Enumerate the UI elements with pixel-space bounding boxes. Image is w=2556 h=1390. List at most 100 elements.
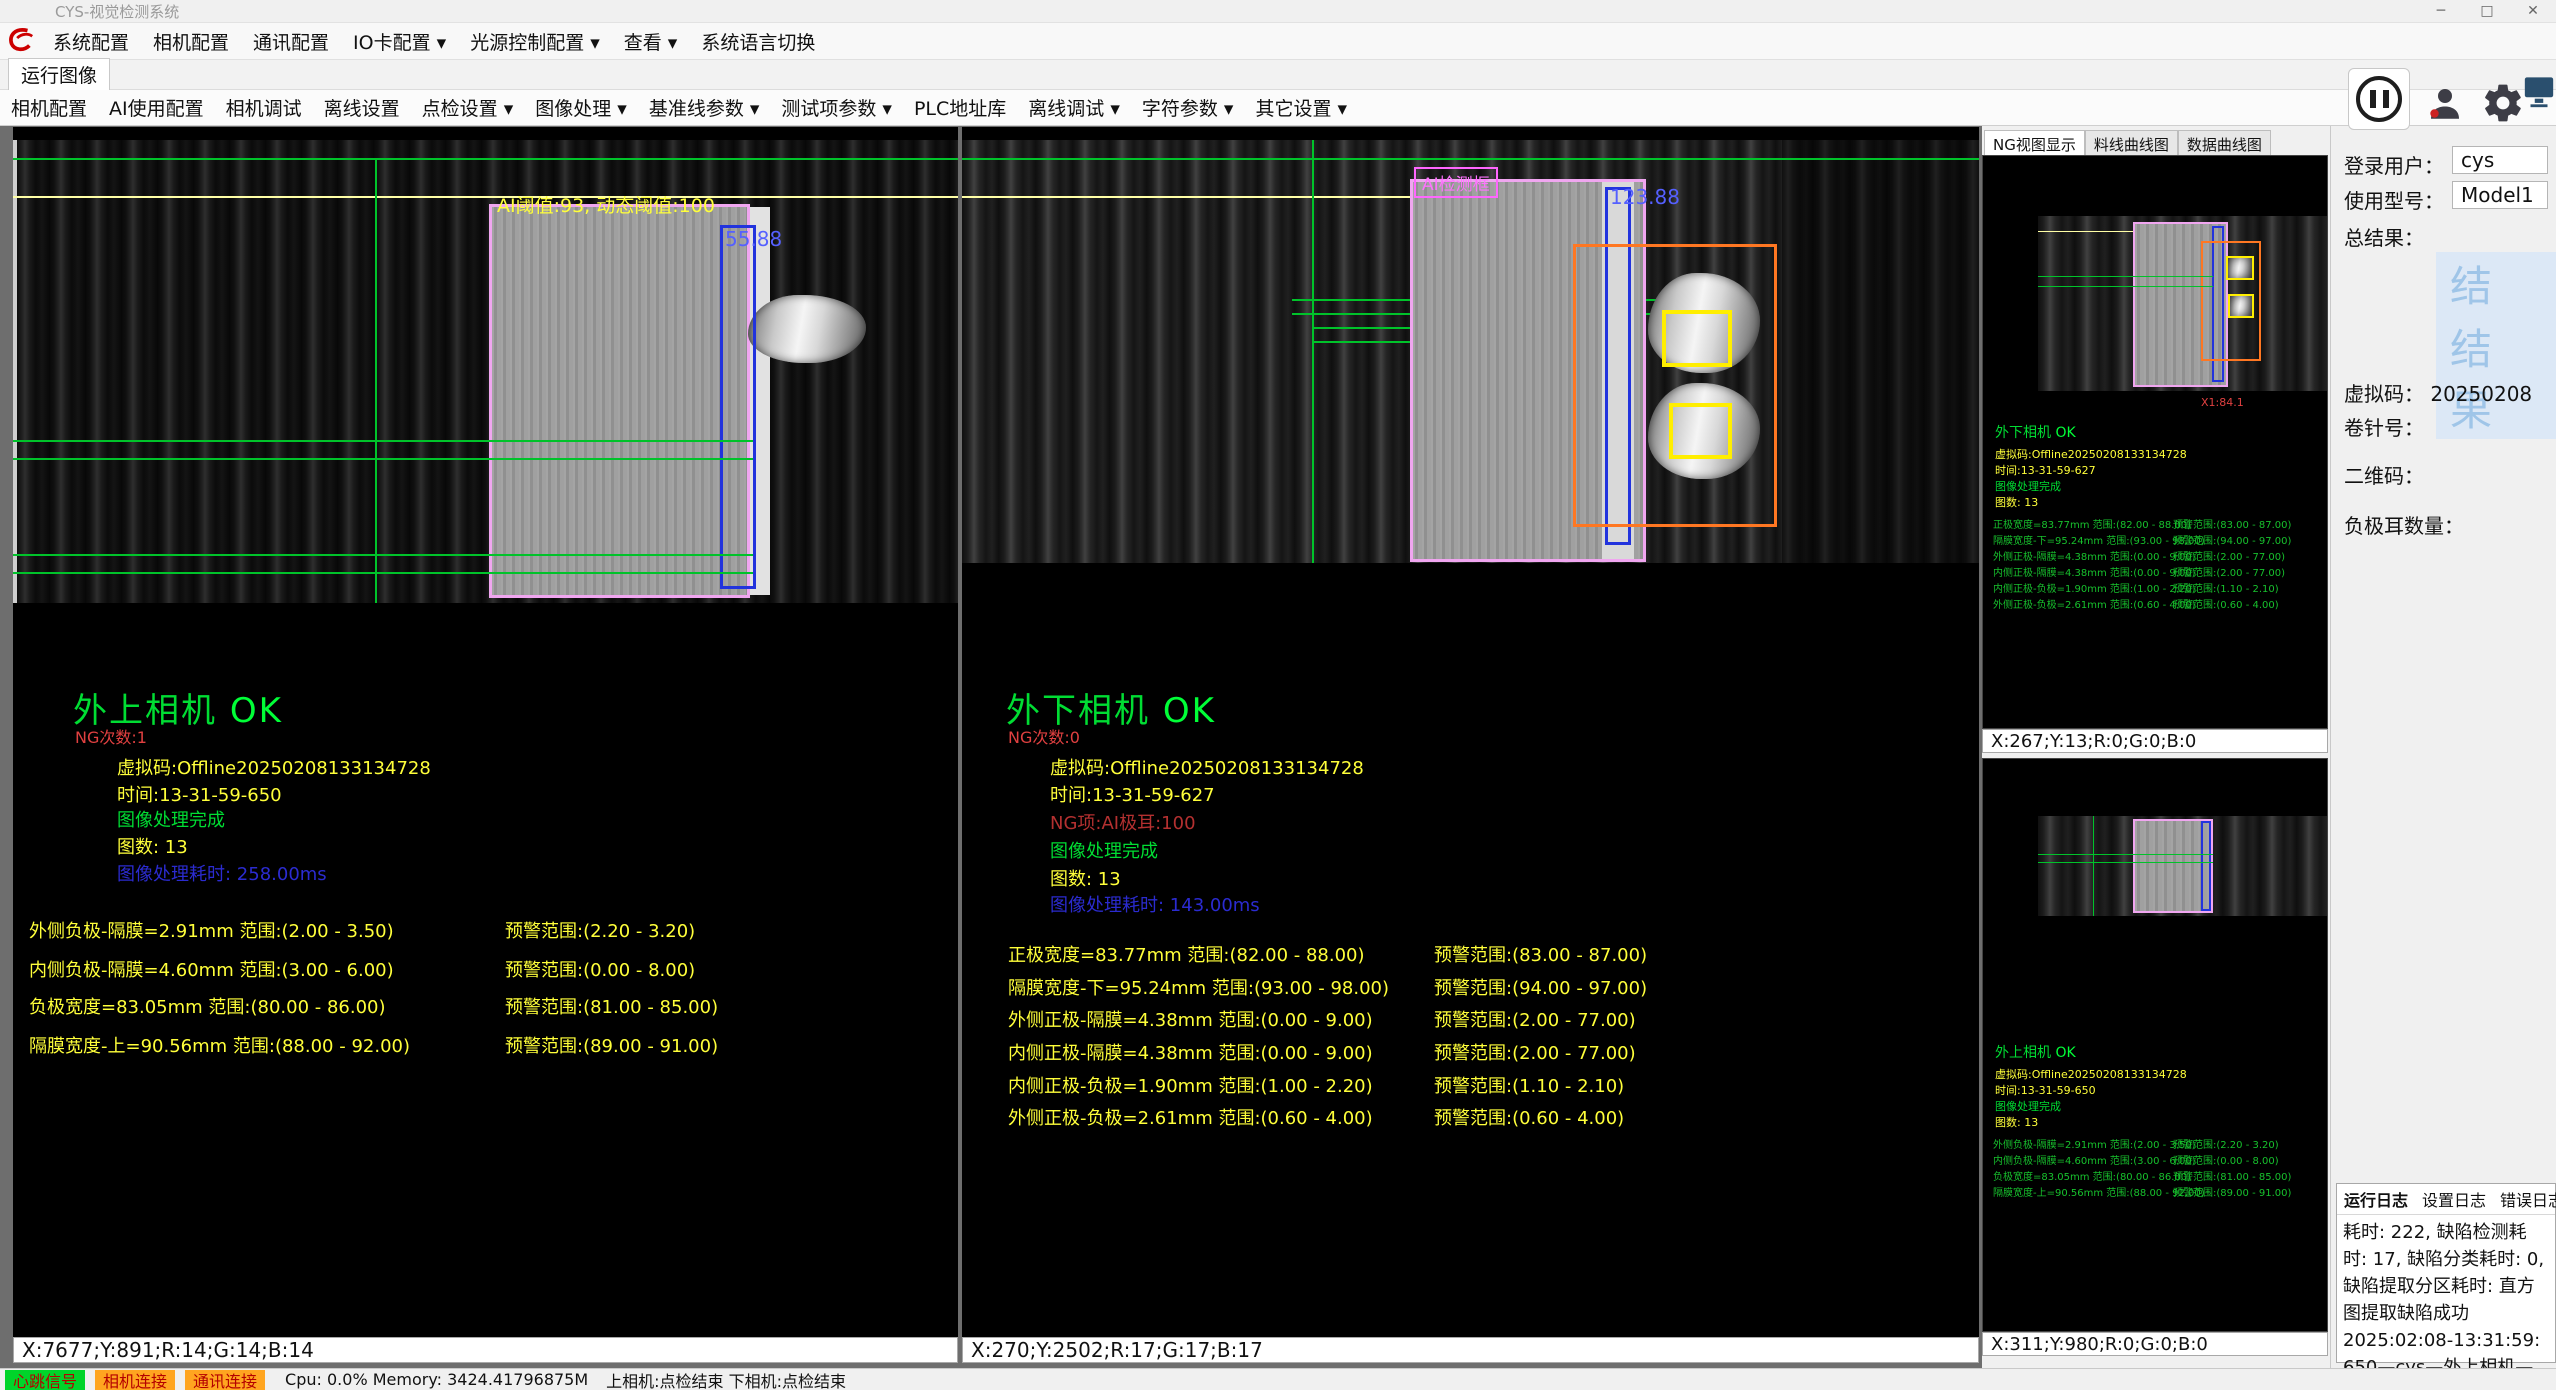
- thumb-measure-warn: 预警范围:(2.20 - 3.20): [2173, 1136, 2279, 1151]
- measurement-warn: 预警范围:(83.00 - 87.00): [1434, 941, 1647, 967]
- thumbnail-2-coordinate-bar: X:311;Y:980;R:0;G:0;B:0: [1982, 1332, 2328, 1356]
- right-camera-viewport[interactable]: AI检测框 123.88 外下相机 OK NG次数:0 虚拟码:Offline2…: [962, 127, 1979, 1337]
- measurement-warn: 预警范围:(1.10 - 2.10): [1434, 1072, 1624, 1098]
- measure-blue-box: [720, 225, 756, 589]
- settings-button[interactable]: [2478, 78, 2528, 128]
- tool-image-process[interactable]: 图像处理 ▾: [524, 90, 638, 125]
- measurement-warn: 预警范围:(2.20 - 3.20): [505, 917, 695, 943]
- menu-io-config[interactable]: IO卡配置 ▾: [341, 24, 458, 59]
- ng-thumbnail-2[interactable]: 外上相机 OK 虚拟码:Offline20250208133134728 时间:…: [1982, 758, 2328, 1332]
- tool-offline-setting[interactable]: 离线设置: [313, 90, 411, 125]
- thumb-camera-result: OK: [2055, 425, 2075, 441]
- virtual-code-value: 20250208: [2430, 382, 2532, 406]
- frame-count-label: 图数: 13: [117, 833, 188, 859]
- tab-setting-log[interactable]: 设置日志: [2415, 1184, 2493, 1214]
- tab-run-image[interactable]: 运行图像: [8, 58, 110, 91]
- measurement-warn: 预警范围:(94.00 - 97.00): [1434, 974, 1647, 1000]
- menu-camera-config[interactable]: 相机配置: [141, 24, 241, 59]
- process-time-label: 图像处理耗时: 258.00ms: [117, 860, 327, 886]
- thumb-green-line-1: [2038, 276, 2213, 277]
- dark-region: [1782, 140, 1979, 563]
- pause-icon: [2356, 76, 2402, 122]
- measurement-text: 内侧负极-隔膜=4.60mm 范围:(3.00 - 6.00): [29, 956, 394, 982]
- tool-test-params[interactable]: 测试项参数 ▾: [770, 90, 903, 125]
- thumb-camera-name: 外上相机: [1995, 1045, 2051, 1061]
- thumb-frames: 图数: 13: [1995, 1114, 2038, 1130]
- close-button[interactable]: ✕: [2510, 0, 2556, 23]
- menu-language[interactable]: 系统语言切换: [689, 24, 827, 59]
- virtual-code-row: 虚拟码： 20250208: [2344, 378, 2532, 407]
- tool-check-setting[interactable]: 点检设置 ▾: [411, 90, 525, 125]
- baseline-yellow: [962, 196, 1414, 198]
- toolbar: 相机配置 AI使用配置 相机调试 离线设置 点检设置 ▾ 图像处理 ▾ 基准线参…: [0, 90, 2556, 126]
- tool-baseline-params[interactable]: 基准线参数 ▾: [638, 90, 771, 125]
- tab-error-log[interactable]: 错误日志: [2493, 1184, 2556, 1214]
- monitor-button[interactable]: [2522, 73, 2556, 117]
- result-value-2: 结果: [2436, 315, 2556, 439]
- tool-plc-library[interactable]: PLC地址库: [903, 90, 1017, 125]
- thumb-measure-warn: 预警范围:(2.00 - 77.00): [2173, 548, 2285, 563]
- thumbnail-1-coordinate-bar: X:267;Y:13;R:0;G:0;B:0: [1982, 729, 2328, 753]
- menu-view[interactable]: 查看 ▾: [612, 24, 690, 59]
- user-value-field: cys: [2452, 146, 2548, 174]
- blue-measure-value: 123.88: [1610, 185, 1680, 209]
- user-icon: [2424, 82, 2466, 124]
- ng-item-label: NG项:AI极耳:100: [1050, 809, 1196, 835]
- measurement-text: 内侧正极-隔膜=4.38mm 范围:(0.00 - 9.00): [1008, 1039, 1373, 1065]
- user-button[interactable]: [2420, 78, 2470, 128]
- model-value-dropdown[interactable]: Model1: [2452, 181, 2548, 209]
- comm-connect-badge: 通讯连接: [185, 1370, 265, 1390]
- thumb-title: 外下相机 OK: [1995, 422, 2076, 442]
- thumb-yellow-box-2: [2228, 294, 2254, 318]
- thumb-title: 外上相机 OK: [1995, 1042, 2076, 1062]
- tool-other-settings[interactable]: 其它设置 ▾: [1244, 90, 1358, 125]
- minimize-button[interactable]: ─: [2418, 0, 2464, 23]
- tool-camera-config[interactable]: 相机配置: [0, 90, 98, 125]
- process-done-label: 图像处理完成: [1050, 837, 1158, 863]
- measurement-warn: 预警范围:(0.60 - 4.00): [1434, 1104, 1624, 1130]
- user-label: 登录用户：: [2344, 150, 2444, 179]
- measurement-warn: 预警范围:(89.00 - 91.00): [505, 1032, 718, 1058]
- thumb-camera-result: OK: [2055, 1045, 2075, 1061]
- thumb-green-line-1: [2038, 854, 2213, 855]
- image-edge-highlight: [13, 140, 17, 603]
- metal-tab-blob: [748, 295, 866, 363]
- thumb-measure: 外侧负极-隔膜=2.91mm 范围:(2.00 - 3.50): [1993, 1136, 2196, 1151]
- thumb-measure: 内侧正极-负极=1.90mm 范围:(1.00 - 2.20): [1993, 580, 2196, 595]
- thumb-done: 图像处理完成: [1995, 1098, 2061, 1114]
- pause-button[interactable]: [2348, 68, 2410, 130]
- tool-offline-debug[interactable]: 离线调试 ▾: [1017, 90, 1131, 125]
- thumb-blue-box: [2201, 821, 2211, 911]
- app-logo-icon: [5, 24, 35, 59]
- ai-threshold-label: AI阈值:93, 动态阈值:100: [497, 191, 715, 218]
- time-label: 时间:13-31-59-627: [1050, 781, 1215, 807]
- log-tabs: 运行日志 设置日志 错误日志: [2337, 1184, 2555, 1215]
- process-time-label: 图像处理耗时: 143.00ms: [1050, 891, 1260, 917]
- camera-result-ok: OK: [230, 691, 283, 731]
- menu-light-config[interactable]: 光源控制配置 ▾: [458, 24, 612, 59]
- tool-ai-config[interactable]: AI使用配置: [98, 90, 215, 125]
- defect-yellow-box-1: [1662, 310, 1732, 367]
- total-result-label: 总结果：: [2344, 222, 2424, 251]
- frame-count-label: 图数: 13: [1050, 865, 1121, 891]
- menu-comm-config[interactable]: 通讯配置: [241, 24, 341, 59]
- ng-count-label: NG次数:1: [75, 724, 147, 748]
- vertical-green-line: [375, 158, 377, 603]
- thumb-green-line-2: [2038, 862, 2213, 863]
- qr-code-label: 二维码：: [2344, 460, 2424, 489]
- ng-count-label: NG次数:0: [1008, 724, 1080, 748]
- right-camera-coordinate-bar: X:270;Y:2502;R:17;G:17;B:17: [962, 1337, 1979, 1363]
- left-camera-viewport[interactable]: AI阈值:93, 动态阈值:100 55.88 外上相机 OK NG次数:1 虚…: [13, 127, 958, 1337]
- menu-system-config[interactable]: 系统配置: [41, 24, 141, 59]
- measurement-text: 外侧正极-隔膜=4.38mm 范围:(0.00 - 9.00): [1008, 1006, 1373, 1032]
- maximize-button[interactable]: □: [2464, 0, 2510, 23]
- tab-count-label: 负极耳数量：: [2344, 510, 2464, 539]
- thumb-virtual-code: 虚拟码:Offline20250208133134728: [1995, 1066, 2187, 1082]
- tab-run-log[interactable]: 运行日志: [2337, 1184, 2415, 1214]
- tool-char-params[interactable]: 字符参数 ▾: [1131, 90, 1245, 125]
- tool-camera-debug[interactable]: 相机调试: [215, 90, 313, 125]
- time-label: 时间:13-31-59-650: [117, 781, 282, 807]
- ng-thumbnail-1[interactable]: X1:84.1 外下相机 OK 虚拟码:Offline2025020813313…: [1982, 155, 2328, 729]
- menu-bar: 系统配置 相机配置 通讯配置 IO卡配置 ▾ 光源控制配置 ▾ 查看 ▾ 系统语…: [0, 23, 2556, 60]
- title-bar: CYS-视觉检测系统 ─ □ ✕: [0, 0, 2556, 23]
